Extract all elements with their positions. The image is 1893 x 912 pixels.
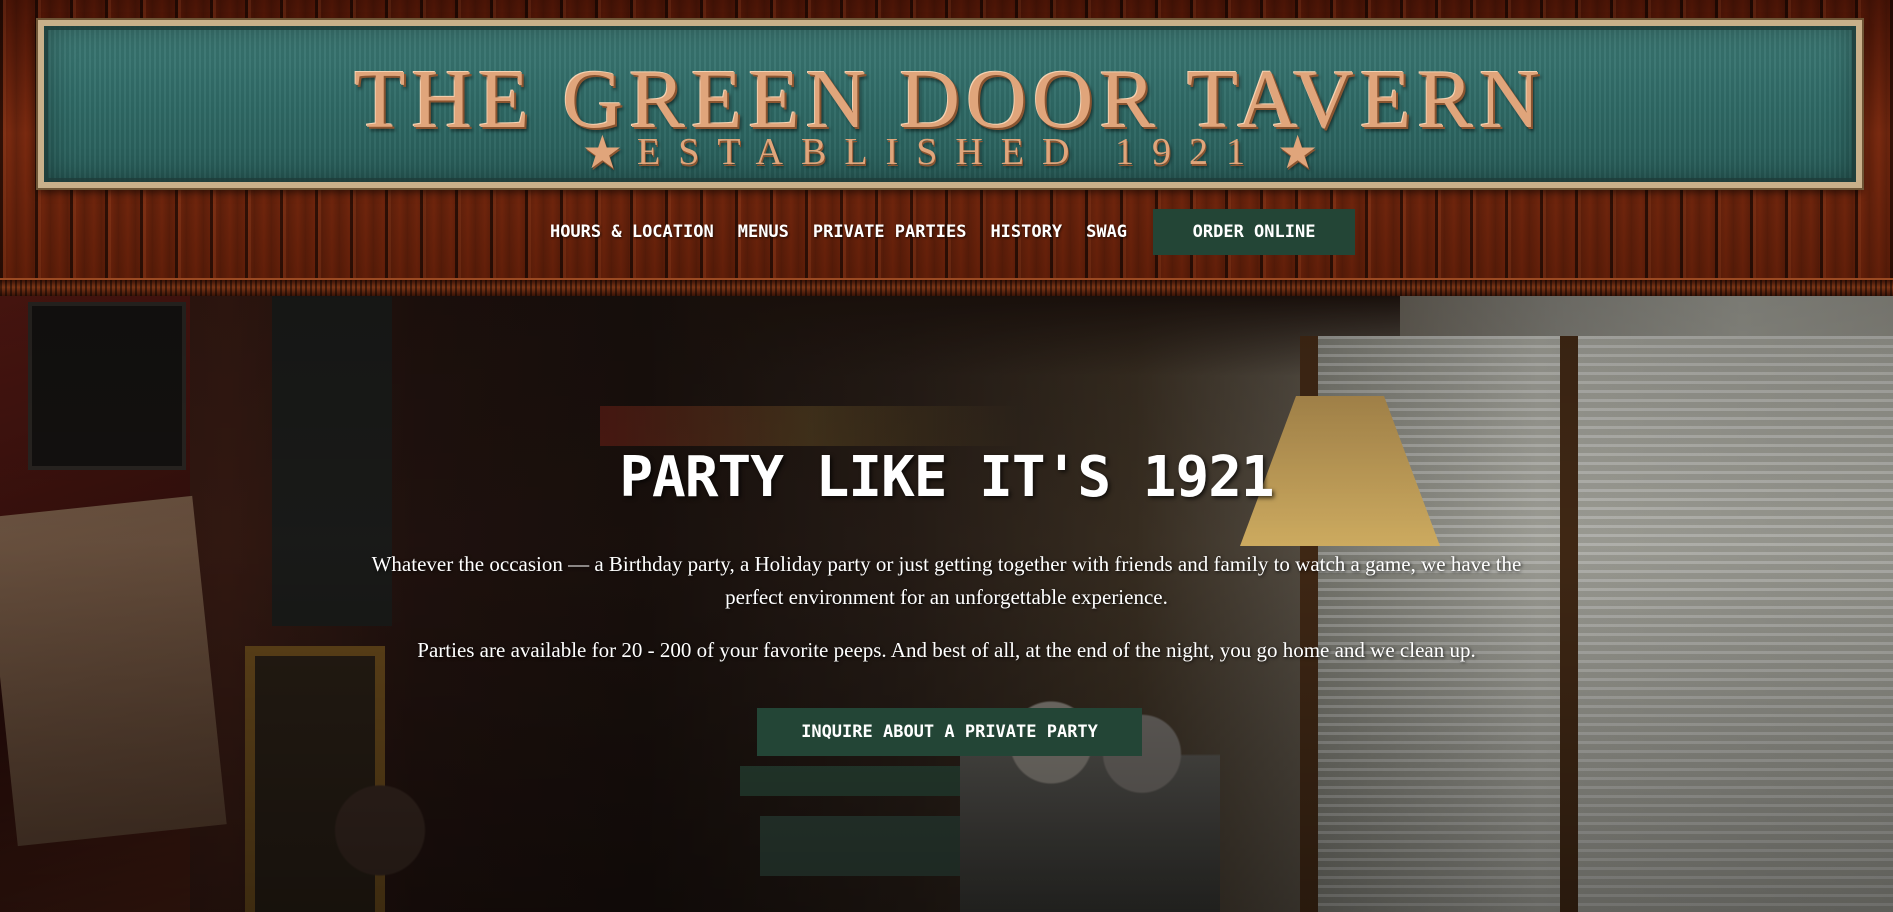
- star-icon: ★: [581, 127, 624, 178]
- star-icon: ★: [1276, 127, 1319, 178]
- established-text: ESTABLISHED 1921: [637, 131, 1263, 173]
- nav-item-history[interactable]: HISTORY: [990, 222, 1062, 242]
- nav-item-swag[interactable]: SWAG: [1086, 222, 1127, 242]
- main-nav: HOURS & LOCATION MENUS PRIVATE PARTIES H…: [0, 208, 1893, 256]
- nav-item-hours-location[interactable]: HOURS & LOCATION: [550, 222, 714, 242]
- hero-title: PARTY LIKE IT'S 1921: [619, 445, 1274, 510]
- order-online-button[interactable]: ORDER ONLINE: [1153, 209, 1356, 255]
- hero-section: PARTY LIKE IT'S 1921 Whatever the occasi…: [0, 296, 1893, 912]
- hero-paragraph-occasion: Whatever the occasion — a Birthday party…: [371, 552, 1522, 609]
- nav-item-menus[interactable]: MENUS: [738, 222, 789, 242]
- hero-paragraph-capacity: Parties are available for 20 - 200 of yo…: [417, 638, 1476, 662]
- nav-links: HOURS & LOCATION MENUS PRIVATE PARTIES H…: [538, 222, 1139, 242]
- inquire-private-party-button[interactable]: INQUIRE ABOUT A PRIVATE PARTY: [757, 708, 1142, 756]
- logo-subtitle: ★ ESTABLISHED 1921 ★: [44, 127, 1856, 178]
- site-header: THE GREEN DOOR TAVERN ★ ESTABLISHED 1921 ★…: [0, 0, 1893, 298]
- nav-item-private-parties[interactable]: PRIVATE PARTIES: [813, 222, 967, 242]
- header-molding: [0, 278, 1893, 298]
- logo-title: THE GREEN DOOR TAVERN: [354, 53, 1546, 146]
- hero-content: PARTY LIKE IT'S 1921 Whatever the occasi…: [0, 296, 1893, 912]
- logo-sign[interactable]: THE GREEN DOOR TAVERN ★ ESTABLISHED 1921 ★: [36, 18, 1864, 190]
